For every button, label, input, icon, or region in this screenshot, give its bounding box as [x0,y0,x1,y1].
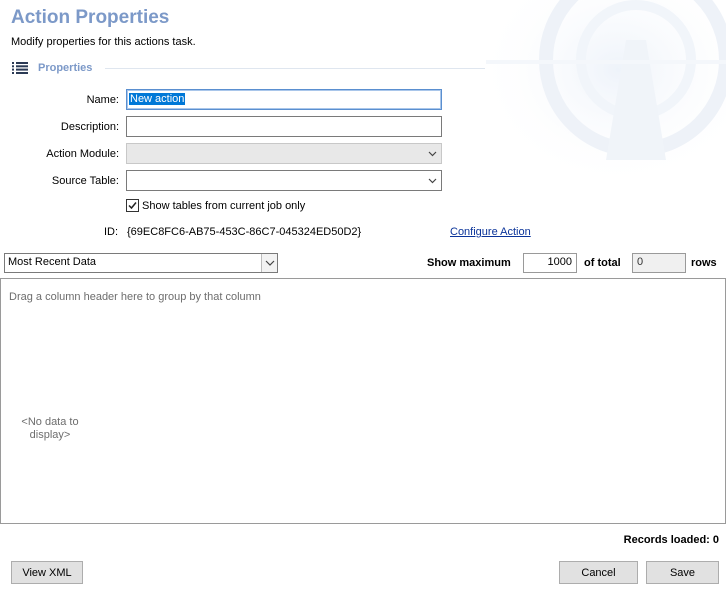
action-module-combo[interactable] [126,143,442,164]
background-watermark [486,0,726,200]
configure-action-link[interactable]: Configure Action [450,226,531,238]
data-view-dropdown-button[interactable] [261,254,277,272]
data-view-selected: Most Recent Data [8,256,97,268]
action-module-label: Action Module: [46,148,119,160]
id-value: {69EC8FC6-AB75-453C-86C7-045324ED50D2} [127,226,362,238]
total-rows-value: 0 [632,253,686,273]
of-total-label: of total [584,257,621,269]
page-title: Action Properties [11,7,170,28]
group-by-panel[interactable]: Drag a column header here to group by th… [9,291,261,303]
checkmark-icon [128,202,137,210]
view-xml-button[interactable]: View XML [11,561,83,584]
id-label: ID: [104,226,119,238]
data-view-combo[interactable]: Most Recent Data [4,253,278,273]
cancel-button[interactable]: Cancel [559,561,638,584]
name-input-value: New action [129,93,186,105]
rows-label: rows [691,257,717,269]
source-table-label: Source Table: [51,175,119,187]
show-tables-checkbox[interactable] [126,199,139,212]
save-button[interactable]: Save [646,561,719,584]
chevron-down-icon [428,151,437,157]
max-rows-input[interactable]: 1000 [523,253,577,273]
page-subtitle: Modify properties for this actions task. [11,36,196,48]
no-data-message: <No data to display> [21,416,79,441]
name-label: Name: [86,94,119,106]
chevron-down-icon [265,260,275,266]
source-table-combo[interactable] [126,170,442,191]
description-input[interactable] [126,116,442,137]
show-maximum-label: Show maximum [427,257,511,269]
name-input[interactable]: New action [126,89,442,110]
section-divider [105,68,485,69]
description-label: Description: [60,121,119,133]
show-tables-label[interactable]: Show tables from current job only [142,200,305,212]
records-loaded: Records loaded: 0 [623,534,719,546]
chevron-down-icon [428,178,437,184]
list-icon [12,62,28,74]
section-title: Properties [38,62,93,74]
data-grid[interactable]: Drag a column header here to group by th… [0,278,726,524]
